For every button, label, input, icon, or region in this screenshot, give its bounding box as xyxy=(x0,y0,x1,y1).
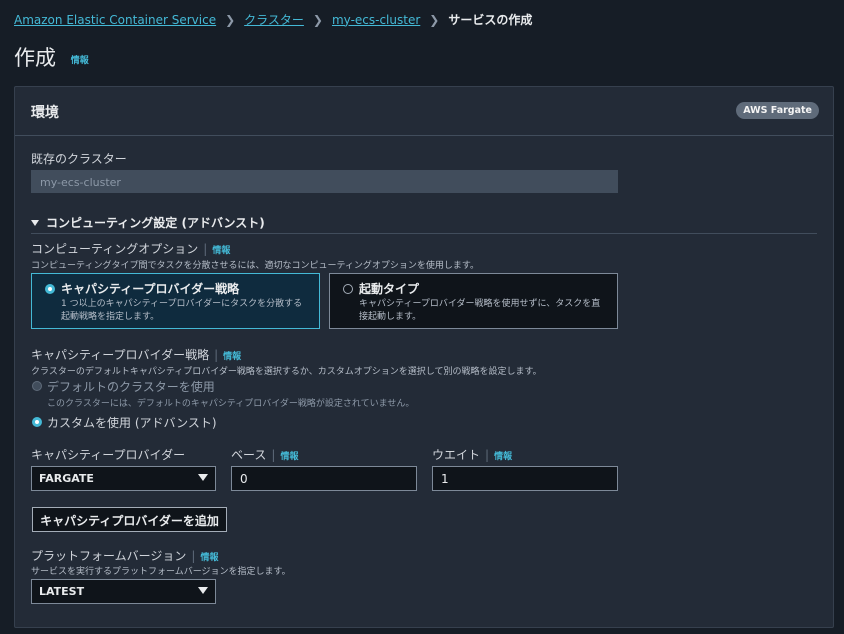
strategy-label-text: キャパシティープロバイダー戦略 xyxy=(31,348,210,362)
weight-label-text: ウエイト xyxy=(432,448,481,462)
caret-down-icon xyxy=(31,219,39,226)
compute-option-label-text: コンピューティングオプション xyxy=(31,242,199,256)
capacity-strategy-radio[interactable] xyxy=(45,284,55,294)
page-title: 作成 情報 xyxy=(14,42,89,72)
weight-label: ウエイト | 情報 xyxy=(432,448,513,462)
platform-label-text: プラットフォームバージョン xyxy=(31,549,187,563)
existing-cluster-input: my-ecs-cluster xyxy=(31,170,618,193)
default-cluster-label: デフォルトのクラスターを使用 xyxy=(47,380,215,394)
fargate-badge: AWS Fargate xyxy=(736,102,819,119)
platform-info-link[interactable]: 情報 xyxy=(200,553,218,563)
chevron-right-icon: ❯ xyxy=(312,12,323,27)
provider-select[interactable]: FARGATE xyxy=(31,466,216,491)
caret-down-icon xyxy=(198,587,208,594)
page-info-link[interactable]: 情報 xyxy=(71,56,89,66)
custom-strategy-radio[interactable] xyxy=(32,417,42,427)
platform-select[interactable]: LATEST xyxy=(31,579,216,604)
custom-strategy-label[interactable]: カスタムを使用 (アドバンスト) xyxy=(47,414,217,431)
breadcrumb-ecs-link[interactable]: Amazon Elastic Container Service xyxy=(14,13,216,27)
platform-label: プラットフォームバージョン | 情報 xyxy=(31,549,219,563)
default-cluster-desc: このクラスターには、デフォルトのキャパシティプロバイダー戦略が設定されていません… xyxy=(47,399,415,409)
breadcrumb-cluster-link[interactable]: my-ecs-cluster xyxy=(332,13,420,27)
compute-settings-toggle[interactable]: コンピューティング設定 (アドバンスト) xyxy=(31,214,265,231)
capacity-strategy-title: キャパシティープロバイダー戦略 xyxy=(61,282,240,296)
chevron-right-icon: ❯ xyxy=(225,12,236,27)
strategy-desc: クラスターのデフォルトキャパシティプロバイダー戦略を選択するか、カスタムオプショ… xyxy=(31,367,542,377)
environment-panel-header: 環境 AWS Fargate xyxy=(15,87,833,136)
environment-title: 環境 xyxy=(31,105,59,121)
weight-info-link[interactable]: 情報 xyxy=(494,452,512,462)
strategy-label: キャパシティープロバイダー戦略 | 情報 xyxy=(31,348,242,362)
capacity-strategy-tile[interactable]: キャパシティープロバイダー戦略 1 つ以上のキャパシティープロバイダーにタスクを… xyxy=(31,273,320,329)
launch-type-desc: キャパシティープロバイダー戦略を使用せずに、タスクを直接起動します。 xyxy=(359,299,601,322)
launch-type-radio[interactable] xyxy=(343,284,353,294)
launch-type-tile[interactable]: 起動タイプ キャパシティープロバイダー戦略を使用せずに、タスクを直接起動します。 xyxy=(329,273,618,329)
base-label: ベース | 情報 xyxy=(231,448,299,462)
platform-desc: サービスを実行するプラットフォームバージョンを指定します。 xyxy=(31,567,291,577)
compute-option-info-link[interactable]: 情報 xyxy=(212,246,230,256)
weight-input[interactable]: 1 xyxy=(432,466,618,491)
breadcrumb: Amazon Elastic Container Service ❯ クラスター… xyxy=(14,11,532,28)
capacity-strategy-desc: 1 つ以上のキャパシティープロバイダーにタスクを分散する起動戦略を指定します。 xyxy=(61,299,303,322)
chevron-right-icon: ❯ xyxy=(429,12,440,27)
base-input[interactable]: 0 xyxy=(231,466,417,491)
compute-option-desc: コンピューティングタイプ間でタスクを分散させるには、適切なコンピューティングオプ… xyxy=(31,261,480,271)
page-title-text: 作成 xyxy=(14,46,56,70)
divider xyxy=(31,233,817,234)
existing-cluster-label: 既存のクラスター xyxy=(31,152,127,166)
breadcrumb-clusters-link[interactable]: クラスター xyxy=(244,11,304,28)
provider-label: キャパシティープロバイダー xyxy=(31,448,186,462)
breadcrumb-current: サービスの作成 xyxy=(448,13,533,27)
platform-select-value: LATEST xyxy=(39,585,85,598)
page: Amazon Elastic Container Service ❯ クラスター… xyxy=(0,0,844,634)
compute-settings-label: コンピューティング設定 (アドバンスト) xyxy=(46,216,265,230)
environment-panel: 環境 AWS Fargate 既存のクラスター my-ecs-cluster コ… xyxy=(14,86,834,628)
launch-type-title: 起動タイプ xyxy=(359,282,420,296)
provider-select-value: FARGATE xyxy=(39,472,94,485)
default-cluster-radio xyxy=(32,381,42,391)
compute-option-label: コンピューティングオプション | 情報 xyxy=(31,242,231,256)
base-label-text: ベース xyxy=(231,448,267,462)
base-info-link[interactable]: 情報 xyxy=(280,452,298,462)
add-capacity-provider-button[interactable]: キャパシティプロバイダーを追加 xyxy=(32,507,227,532)
caret-down-icon xyxy=(198,474,208,481)
strategy-info-link[interactable]: 情報 xyxy=(223,352,241,362)
